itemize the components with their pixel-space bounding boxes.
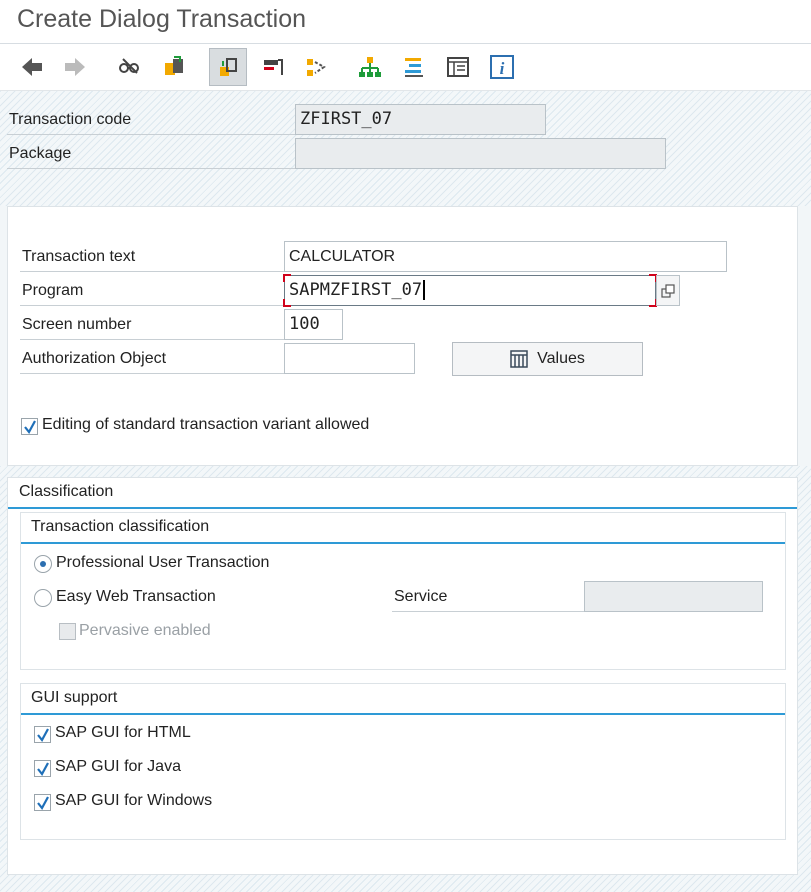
classification-title: Classification <box>8 478 797 509</box>
transaction-text-field[interactable]: CALCULATOR <box>284 241 727 272</box>
display-change-icon[interactable] <box>110 48 148 86</box>
transaction-code-label: Transaction code <box>7 105 295 135</box>
where-used-icon[interactable] <box>253 48 291 86</box>
professional-user-radio[interactable] <box>34 555 52 573</box>
values-button-label: Values <box>537 350 585 367</box>
object-list-icon[interactable] <box>351 48 389 86</box>
focus-corner <box>283 299 291 307</box>
gui-windows-checkbox[interactable] <box>34 794 51 811</box>
other-object-icon[interactable] <box>155 48 193 86</box>
enhancement-icon[interactable] <box>395 48 433 86</box>
info-icon[interactable]: i <box>483 48 521 86</box>
focus-corner <box>283 274 291 282</box>
main-attributes-panel: Transaction text CALCULATOR Program SAPM… <box>7 206 798 466</box>
gui-java-label: SAP GUI for Java <box>55 758 181 775</box>
text-caret <box>423 280 426 300</box>
transaction-classification-group: Transaction classification Professional … <box>20 512 786 670</box>
screen-number-field[interactable]: 100 <box>284 309 343 340</box>
gui-html-label: SAP GUI for HTML <box>55 724 191 741</box>
gui-windows-label: SAP GUI for Windows <box>55 792 213 809</box>
values-icon <box>510 350 528 368</box>
professional-user-label: Professional User Transaction <box>56 554 270 571</box>
back-arrow-icon[interactable] <box>13 48 51 86</box>
layout-icon[interactable] <box>439 48 477 86</box>
screen-number-label: Screen number <box>20 310 284 340</box>
program-field-value: SAPMZFIRST_07 <box>289 280 423 300</box>
checkmark-icon <box>23 419 36 434</box>
application-toolbar: i <box>0 44 811 91</box>
gui-html-checkbox[interactable] <box>34 726 51 743</box>
values-button[interactable]: Values <box>452 342 643 376</box>
service-label: Service <box>392 582 584 612</box>
authorization-object-field[interactable] <box>284 343 415 374</box>
classification-panel: Classification Transaction classificatio… <box>7 477 798 875</box>
program-field[interactable]: SAPMZFIRST_07 <box>283 274 657 307</box>
transaction-classification-title: Transaction classification <box>21 513 785 544</box>
checkmark-icon <box>36 795 49 810</box>
gui-java-checkbox[interactable] <box>34 760 51 777</box>
checkmark-icon <box>36 727 49 742</box>
editing-allowed-checkbox[interactable] <box>21 418 38 435</box>
editing-allowed-label: Editing of standard transaction variant … <box>42 416 370 433</box>
package-field[interactable] <box>295 138 666 169</box>
authorization-object-label: Authorization Object <box>20 344 284 374</box>
pervasive-enabled-checkbox[interactable] <box>59 623 76 640</box>
package-label: Package <box>7 139 295 169</box>
forward-arrow-icon[interactable] <box>56 48 94 86</box>
header-section: Transaction code ZFIRST_07 Package <box>0 91 811 206</box>
page-title: Create Dialog Transaction <box>17 5 307 33</box>
value-help-icon[interactable] <box>656 275 680 306</box>
gui-support-group: GUI support SAP GUI for HTML SAP GUI for… <box>20 683 786 840</box>
easy-web-radio[interactable] <box>34 589 52 607</box>
transaction-code-field[interactable]: ZFIRST_07 <box>295 104 546 135</box>
program-label: Program <box>20 276 284 306</box>
svg-text:i: i <box>500 59 505 78</box>
gui-support-title: GUI support <box>21 684 785 715</box>
navigation-icon[interactable] <box>297 48 335 86</box>
checkmark-icon <box>36 761 49 776</box>
easy-web-label: Easy Web Transaction <box>56 588 216 605</box>
title-bar: Create Dialog Transaction <box>0 0 811 44</box>
pervasive-enabled-label: Pervasive enabled <box>79 622 211 639</box>
transaction-text-label: Transaction text <box>20 242 284 272</box>
service-field[interactable] <box>584 581 763 612</box>
active-inactive-icon[interactable] <box>209 48 247 86</box>
